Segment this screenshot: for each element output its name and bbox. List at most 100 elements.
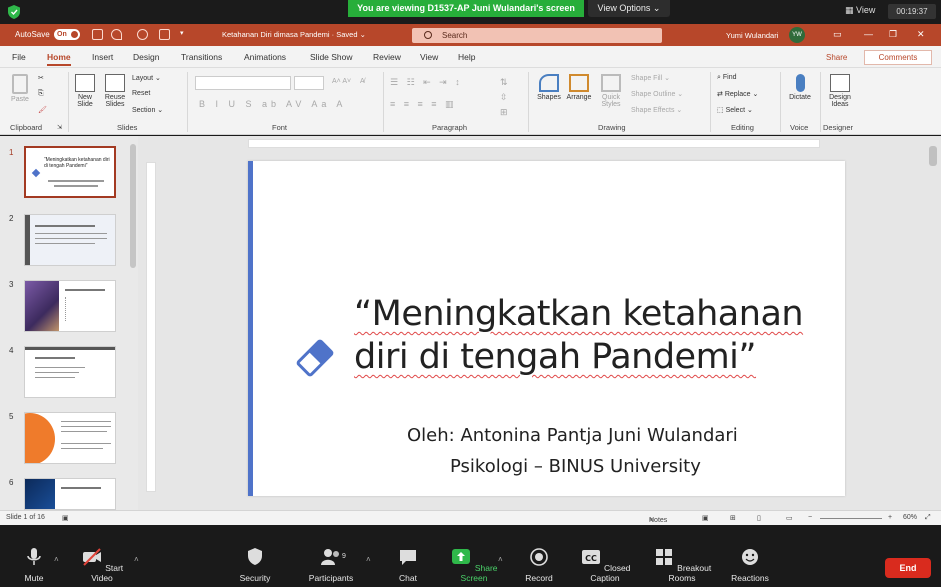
slideshow-view-icon[interactable]: ▭ — [786, 514, 793, 522]
smartart-icon[interactable]: ⊞ — [500, 107, 508, 118]
tab-home[interactable]: Home — [47, 52, 71, 66]
security-button[interactable]: Security — [236, 547, 274, 583]
zoom-level[interactable]: 60% — [903, 514, 917, 521]
new-slide-button[interactable]: New Slide — [72, 74, 98, 108]
view-button[interactable]: ▦ View — [845, 5, 875, 16]
reactions-button[interactable]: Reactions — [729, 547, 771, 583]
find-button[interactable]: ⌕ Find — [717, 74, 737, 82]
slide-scrollbar[interactable] — [929, 146, 937, 166]
customize-toolbar-icon[interactable]: ▾ — [180, 29, 184, 37]
layout-button[interactable]: Layout ⌄ — [132, 74, 161, 82]
tab-transitions[interactable]: Transitions — [181, 52, 222, 62]
tab-view[interactable]: View — [420, 52, 438, 62]
accessibility-icon[interactable]: ▣ — [62, 514, 69, 522]
clear-format-icon[interactable]: A̸ — [360, 78, 365, 85]
slide-title[interactable]: “Meningkatkan ketahanan diri di tengah P… — [354, 293, 804, 379]
tab-file[interactable]: File — [12, 52, 26, 62]
select-button[interactable]: ⬚ Select ⌄ — [717, 106, 753, 114]
mute-button[interactable]: Mute — [20, 547, 48, 583]
search-input[interactable]: Search — [412, 28, 662, 43]
tab-insert[interactable]: Insert — [92, 52, 113, 62]
shape-effects-button[interactable]: Shape Effects ⌄ — [631, 106, 682, 114]
breakout-rooms-button[interactable]: Breakout Rooms — [646, 547, 718, 583]
copy-icon[interactable]: ⎘ — [38, 90, 44, 98]
view-label: View — [856, 5, 876, 15]
slide-thumbnail-6[interactable] — [24, 478, 116, 510]
share-button[interactable]: Share — [808, 50, 858, 65]
comments-button[interactable]: Comments — [864, 50, 932, 65]
tab-help[interactable]: Help — [458, 52, 475, 62]
fit-slide-icon[interactable]: ⤢ — [925, 514, 931, 522]
slide-sorter-icon[interactable]: ⊞ — [730, 514, 736, 522]
status-bar: Slide 1 of 16 ▣ ≡ Notes ▣ ⊞ ▯ ▭ − + 60% … — [0, 510, 941, 525]
audio-options-icon[interactable]: ˄ — [54, 555, 59, 564]
share-screen-button[interactable]: Share Screen — [446, 547, 502, 583]
paste-button[interactable]: Paste — [8, 74, 32, 103]
list-buttons[interactable]: ☰ ☷ ⇤ ⇥ ↕ — [390, 77, 463, 88]
document-title[interactable]: Ketahanan Diri dimasa Pandemi · Saved ⌄ — [222, 30, 366, 39]
text-direction-icon[interactable]: ⇅ — [500, 77, 508, 88]
dictate-button[interactable]: Dictate — [785, 74, 815, 101]
slide-thumbnail-4[interactable] — [24, 346, 116, 398]
normal-view-icon[interactable]: ▣ — [702, 514, 709, 522]
zoom-slider[interactable] — [820, 518, 882, 519]
participants-options-icon[interactable]: ˄ — [366, 555, 371, 564]
share-options-icon[interactable]: ˄ — [498, 555, 503, 564]
restore-icon[interactable]: ❐ — [889, 29, 897, 40]
undo-icon[interactable] — [111, 29, 122, 40]
slide-affiliation[interactable]: Psikologi – BINUS University — [450, 456, 701, 477]
shape-outline-button[interactable]: Shape Outline ⌄ — [631, 90, 683, 98]
minimize-icon[interactable]: — — [864, 29, 873, 39]
align-buttons[interactable]: ≡ ≡ ≡ ≡ ▥ — [390, 99, 457, 110]
shape-fill-button[interactable]: Shape Fill ⌄ — [631, 74, 670, 82]
clipboard-launcher-icon[interactable]: ⇲ — [57, 124, 62, 131]
thumbnail-pane[interactable]: 1 “Meningkatkan ketahanan diri di tengah… — [0, 136, 138, 510]
slide-author[interactable]: Oleh: Antonina Pantja Juni Wulandari — [407, 425, 738, 446]
record-button[interactable]: Record — [523, 547, 555, 583]
design-ideas-button[interactable]: Design Ideas — [824, 74, 856, 108]
arrange-button[interactable]: Arrange — [564, 74, 594, 101]
tab-review[interactable]: Review — [373, 52, 401, 62]
reading-view-icon[interactable]: ▯ — [757, 514, 761, 522]
chat-button[interactable]: Chat — [396, 547, 420, 583]
cut-icon[interactable]: ✂ — [38, 74, 44, 82]
ribbon-display-icon[interactable]: ▭ — [833, 29, 842, 40]
reset-button[interactable]: Reset — [132, 90, 150, 97]
end-meeting-button[interactable]: End — [885, 558, 931, 578]
zoom-in-icon[interactable]: + — [888, 514, 892, 521]
video-options-icon[interactable]: ˄ — [134, 555, 139, 564]
view-options-button[interactable]: View Options ⌄ — [588, 0, 670, 17]
slide-canvas[interactable]: “Meningkatkan ketahanan diri di tengah P… — [248, 161, 845, 496]
shapes-button[interactable]: Shapes — [534, 74, 564, 101]
font-size-select[interactable] — [294, 76, 324, 90]
start-video-button[interactable]: Start Video — [76, 547, 128, 583]
tab-animations[interactable]: Animations — [244, 52, 286, 62]
redo-icon[interactable] — [137, 29, 148, 40]
slide-thumbnail-2[interactable] — [24, 214, 116, 266]
format-painter-icon[interactable]: 🖌 — [38, 106, 47, 114]
save-icon[interactable] — [92, 29, 103, 40]
grid-icon: ▦ — [845, 5, 857, 15]
grow-font-icon[interactable]: A˄ A˅ — [332, 78, 351, 85]
avatar[interactable]: YW — [789, 27, 805, 43]
closed-caption-button[interactable]: CC Closed Caption — [573, 547, 637, 583]
slide-thumbnail-3[interactable] — [24, 280, 116, 332]
align-text-icon[interactable]: ⇳ — [500, 92, 508, 103]
slide-thumbnail-5[interactable] — [24, 412, 116, 464]
close-icon[interactable]: ✕ — [917, 29, 925, 40]
user-name[interactable]: Yumi Wulandari — [726, 31, 778, 40]
font-format-buttons[interactable]: B I U S ab AV Aa A — [199, 99, 346, 109]
autosave-toggle[interactable]: On — [54, 29, 80, 40]
replace-button[interactable]: ⇄ Replace ⌄ — [717, 90, 758, 98]
tab-design[interactable]: Design — [133, 52, 159, 62]
thumbnail-scrollbar[interactable] — [130, 144, 136, 268]
reuse-slides-button[interactable]: Reuse Slides — [101, 74, 129, 108]
zoom-out-icon[interactable]: − — [808, 514, 812, 521]
participants-button[interactable]: Participants — [305, 547, 357, 583]
quick-styles-button[interactable]: Quick Styles — [596, 74, 626, 108]
section-button[interactable]: Section ⌄ — [132, 106, 163, 114]
font-family-select[interactable] — [195, 76, 291, 90]
present-icon[interactable] — [159, 29, 170, 40]
slide-thumbnail-1[interactable]: “Meningkatkan ketahanan diri di tengah P… — [24, 146, 116, 198]
tab-slide-show[interactable]: Slide Show — [310, 52, 353, 62]
